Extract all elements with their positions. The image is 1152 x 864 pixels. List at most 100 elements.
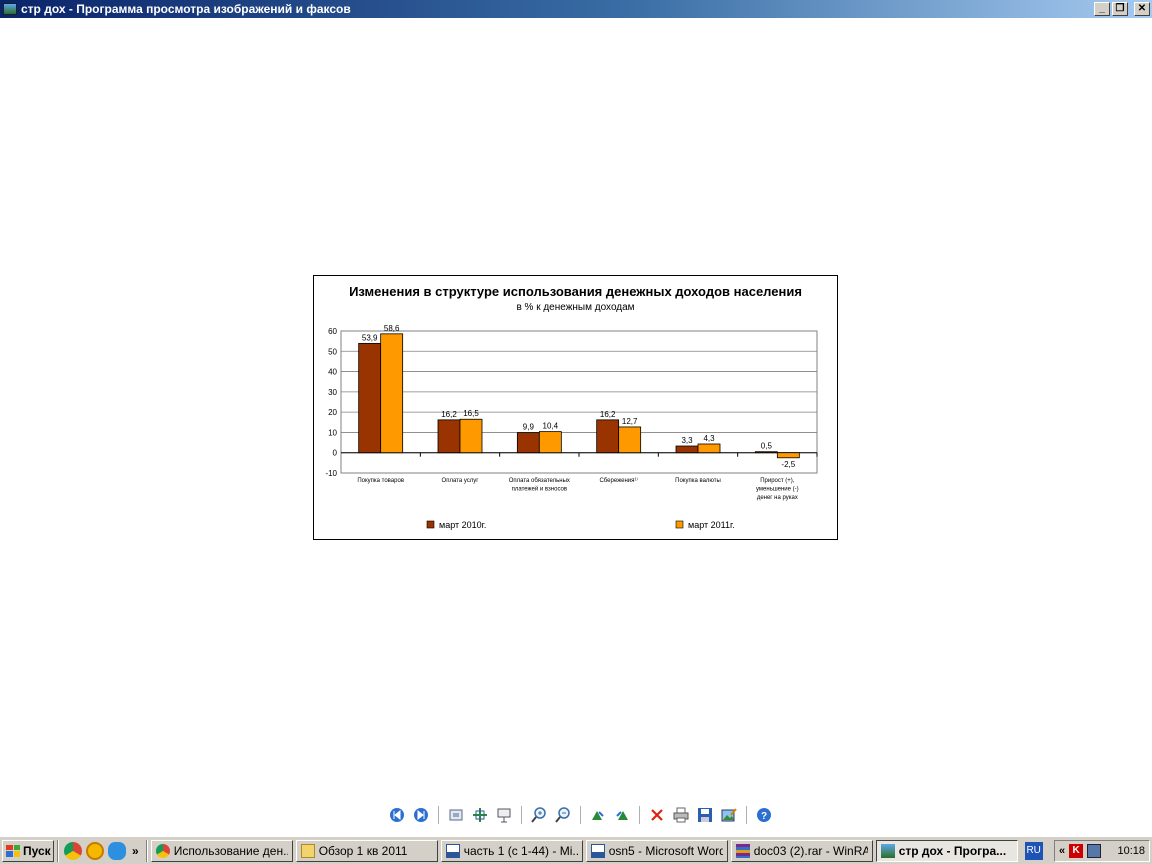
close-button[interactable]: ✕ xyxy=(1134,2,1150,16)
data-label: -2,5 xyxy=(781,460,795,469)
toolbar-separator xyxy=(639,806,640,824)
clock-app-icon[interactable] xyxy=(86,841,104,860)
internet-explorer-icon[interactable] xyxy=(108,841,126,860)
task-button-word-part1[interactable]: часть 1 (с 1-44) - Mi... xyxy=(440,839,583,862)
actual-size-icon[interactable] xyxy=(471,806,489,824)
start-label: Пуск xyxy=(23,843,51,858)
word-icon xyxy=(445,843,460,858)
winrar-icon xyxy=(735,843,750,858)
data-label: 16,2 xyxy=(600,410,616,419)
zoom-out-icon[interactable] xyxy=(554,806,572,824)
system-tray: « K 10:18 xyxy=(1054,840,1150,862)
edit-image-icon[interactable] xyxy=(720,806,738,824)
task-button-folder[interactable]: Обзор 1 кв 2011 xyxy=(295,839,438,862)
task-list: Использование ден... Обзор 1 кв 2011 час… xyxy=(150,839,1021,862)
delete-icon[interactable] xyxy=(648,806,666,824)
best-fit-icon[interactable] xyxy=(447,806,465,824)
category-label: Покупка валюты xyxy=(675,478,721,484)
bar xyxy=(459,418,483,454)
y-tick-label: 50 xyxy=(328,347,337,356)
category-label: Сбережения¹⁾ xyxy=(599,477,638,484)
word-icon xyxy=(590,843,605,858)
task-button-winrar[interactable]: doc03 (2).rar - WinRAR xyxy=(730,839,873,862)
data-label: 16,5 xyxy=(463,409,479,418)
category-label: Оплата услуг xyxy=(442,478,480,484)
chart-title: Изменения в структуре использования дене… xyxy=(349,284,802,299)
legend-label: март 2011г. xyxy=(688,520,735,530)
window-controls: _ ❐ ✕ xyxy=(1094,2,1150,16)
network-icon[interactable] xyxy=(1087,844,1102,858)
category-label: платежей и взносов xyxy=(512,486,567,493)
slideshow-icon[interactable] xyxy=(495,806,513,824)
data-label: 12,7 xyxy=(622,417,638,426)
category-label: денег на руках xyxy=(757,495,798,501)
bar-chart: Изменения в структуре использования дене… xyxy=(325,284,818,530)
antivirus-icon[interactable]: K xyxy=(1069,844,1084,858)
window-title-bar[interactable]: стр дох - Программа просмотра изображени… xyxy=(0,0,1152,18)
category-label: Прирост (+), xyxy=(760,478,795,484)
bar xyxy=(697,443,721,454)
toolbar-separator xyxy=(438,806,439,824)
y-tick-label: 40 xyxy=(328,368,337,377)
task-button-chrome[interactable]: Использование ден... xyxy=(150,839,293,862)
task-button-word-osn5[interactable]: osn5 - Microsoft Word xyxy=(585,839,728,862)
folder-icon xyxy=(300,843,315,858)
data-label: 0,5 xyxy=(761,442,773,451)
plot-area xyxy=(340,330,818,474)
toolbar-separator xyxy=(746,806,747,824)
bar xyxy=(618,426,642,454)
image-viewer-icon xyxy=(880,843,895,858)
task-button-image-viewer[interactable]: стр дох - Програ... xyxy=(875,839,1018,862)
rotate-clockwise-icon[interactable] xyxy=(589,806,607,824)
image-viewer-icon xyxy=(3,3,17,15)
y-tick-label: -10 xyxy=(325,469,337,478)
taskbar: Пуск » Использование ден... Обзор 1 кв 2… xyxy=(0,836,1152,864)
category-label: Оплата обязательных xyxy=(509,478,570,484)
y-tick-label: 0 xyxy=(333,449,338,458)
next-image-icon[interactable] xyxy=(412,806,430,824)
svg-text:?: ? xyxy=(761,811,767,822)
data-label: 9,9 xyxy=(523,423,535,432)
legend-swatch xyxy=(675,520,684,529)
windows-logo-icon xyxy=(6,844,20,857)
data-label: 16,2 xyxy=(441,410,457,419)
data-label: 53,9 xyxy=(362,333,378,342)
quick-launch-more-button[interactable]: » xyxy=(132,844,139,858)
rotate-counterclockwise-icon[interactable] xyxy=(613,806,631,824)
restore-button[interactable]: ❐ xyxy=(1112,2,1128,16)
save-icon[interactable] xyxy=(696,806,714,824)
prev-image-icon[interactable] xyxy=(388,806,406,824)
toolbar-separator xyxy=(580,806,581,824)
chart-subtitle: в % к денежным доходам xyxy=(516,302,634,313)
data-label: 4,3 xyxy=(703,434,715,443)
y-tick-label: 60 xyxy=(328,327,337,336)
bar xyxy=(776,452,800,459)
help-icon[interactable]: ? xyxy=(755,806,773,824)
bar xyxy=(516,432,540,454)
window-title: стр дох - Программа просмотра изображени… xyxy=(21,2,351,16)
legend-label: март 2010г. xyxy=(439,520,486,530)
data-label: 58,6 xyxy=(384,324,400,333)
bar xyxy=(596,419,620,454)
minimize-button[interactable]: _ xyxy=(1094,2,1110,16)
zoom-in-icon[interactable] xyxy=(530,806,548,824)
bar xyxy=(437,419,461,454)
category-label: Покупка товаров xyxy=(357,478,404,484)
language-indicator[interactable]: RU xyxy=(1024,841,1043,860)
chrome-icon xyxy=(155,843,170,858)
bar xyxy=(380,333,404,454)
chrome-icon[interactable] xyxy=(64,841,82,860)
bar xyxy=(538,431,562,454)
print-icon[interactable] xyxy=(672,806,690,824)
y-tick-label: 30 xyxy=(328,388,337,397)
data-label: 10,4 xyxy=(543,422,559,431)
displayed-image: Изменения в структуре использования дене… xyxy=(313,275,838,540)
start-button[interactable]: Пуск xyxy=(2,839,54,862)
tray-expand-button[interactable]: « xyxy=(1059,845,1065,857)
viewer-toolbar: ? xyxy=(388,804,773,826)
legend-swatch xyxy=(426,520,435,529)
data-label: 3,3 xyxy=(681,436,693,445)
y-tick-label: 20 xyxy=(328,408,337,417)
y-tick-label: 10 xyxy=(328,428,337,437)
bar xyxy=(675,445,699,454)
